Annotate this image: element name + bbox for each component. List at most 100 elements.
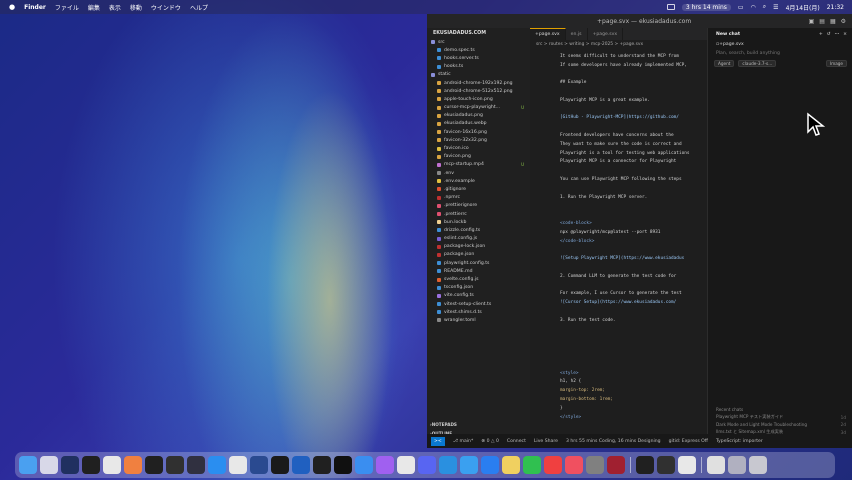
tree-file[interactable]: favicon.ico xyxy=(427,144,530,152)
tree-file[interactable]: package.json xyxy=(427,251,530,259)
code-line[interactable]: For example, I use Cursor to generate th… xyxy=(530,290,707,299)
display-icon[interactable] xyxy=(666,4,675,10)
code-line[interactable] xyxy=(530,325,707,334)
dock-terminal-alt-icon[interactable] xyxy=(166,456,184,474)
code-line[interactable] xyxy=(530,122,707,131)
model-select[interactable]: claude-3.7-s... xyxy=(738,59,777,67)
tree-file[interactable]: vitest.shims.d.ts xyxy=(427,308,530,316)
dock-downloads-icon[interactable] xyxy=(728,456,746,474)
code-line[interactable]: npx @playwright/mcp@latest --port 8931 xyxy=(530,228,707,237)
menu-file[interactable]: ファイル xyxy=(55,3,79,12)
more-icon[interactable]: ⋯ xyxy=(835,32,840,37)
agent-mode-button[interactable]: Agent xyxy=(714,59,735,67)
dock-discord-icon[interactable] xyxy=(187,456,205,474)
code-line[interactable]: If some developers have already implemen… xyxy=(530,61,707,70)
code-line[interactable]: h1, h2 { xyxy=(530,377,707,386)
code-line[interactable] xyxy=(530,342,707,351)
dock-settings-icon[interactable] xyxy=(586,456,604,474)
tree-file[interactable]: tsconfig.json xyxy=(427,284,530,292)
code-line[interactable]: Playwright is a tool for testing web app… xyxy=(530,149,707,158)
tree-file[interactable]: eslint.config.js xyxy=(427,235,530,243)
code-line[interactable]: margin-top: 2rem; xyxy=(530,386,707,395)
menu-view[interactable]: 表示 xyxy=(109,3,121,12)
tree-file[interactable]: apple-touch-icon.png xyxy=(427,95,530,103)
dock-slack-icon[interactable] xyxy=(397,456,415,474)
chat-title[interactable]: New chat xyxy=(716,32,740,37)
dock-docker-icon[interactable] xyxy=(439,456,457,474)
tree-file[interactable]: .prettierignore xyxy=(427,202,530,210)
code-line[interactable]: } xyxy=(530,404,707,413)
menu-window[interactable]: ウインドウ xyxy=(151,3,181,12)
dock-app-store-2-icon[interactable] xyxy=(481,456,499,474)
apple-menu-icon[interactable]: ● xyxy=(9,3,15,11)
dock-calendar-icon[interactable] xyxy=(544,456,562,474)
dock-app-store-icon[interactable] xyxy=(208,456,226,474)
dock-warp-icon[interactable] xyxy=(313,456,331,474)
dock-facetime-icon[interactable] xyxy=(523,456,541,474)
code-line[interactable] xyxy=(530,105,707,114)
battery-icon[interactable]: ▭ xyxy=(738,4,744,11)
code-line[interactable]: ![Cursor Setup](https://www.ekusiadadus.… xyxy=(530,298,707,307)
tree-file[interactable]: drizzle.config.ts xyxy=(427,226,530,234)
tree-file[interactable]: playwright.config.ts xyxy=(427,259,530,267)
code-line[interactable] xyxy=(530,351,707,360)
code-line[interactable]: <style> xyxy=(530,369,707,378)
code-line[interactable] xyxy=(530,202,707,211)
tree-file[interactable]: favicon.png xyxy=(427,153,530,161)
dock-safari-icon[interactable] xyxy=(460,456,478,474)
code-line[interactable]: 3. Run the test code. xyxy=(530,316,707,325)
chat-input[interactable]: Plan, search, build anything xyxy=(708,48,852,58)
tree-file[interactable]: favicon-16x16.png xyxy=(427,128,530,136)
dock-vscode-icon[interactable] xyxy=(292,456,310,474)
tree-file[interactable]: vitest-setup-client.ts xyxy=(427,300,530,308)
github-status[interactable]: gitid: Express Off xyxy=(669,439,708,444)
tree-file[interactable]: hooks.server.ts xyxy=(427,54,530,62)
code-line[interactable]: Playwright MCP is a connector for Playwr… xyxy=(530,158,707,167)
code-line[interactable]: Frontend developers have concerns about … xyxy=(530,131,707,140)
tree-file[interactable]: .env xyxy=(427,169,530,177)
code-line[interactable]: Playwright MCP is a great example. xyxy=(530,96,707,105)
tree-file[interactable]: svelte.config.js xyxy=(427,275,530,283)
code-line[interactable] xyxy=(530,210,707,219)
section-notepads[interactable]: › NOTEPADS xyxy=(427,420,530,429)
add-chat-icon[interactable]: + xyxy=(819,32,823,37)
tree-file[interactable]: hooks.ts xyxy=(427,63,530,71)
tree-file[interactable]: .gitignore xyxy=(427,185,530,193)
recent-chat-item[interactable]: Dark Mode and Light Mode Troubleshooting… xyxy=(716,421,846,429)
code-line[interactable]: [GitHub - Playwright-MCP](https://github… xyxy=(530,114,707,123)
remote-indicator[interactable]: >< xyxy=(431,436,445,446)
code-line[interactable]: It seems difficult to understand the MCP… xyxy=(530,52,707,61)
code-line[interactable]: margin-bottom: 1rem; xyxy=(530,395,707,404)
code-area[interactable]: It seems difficult to understand the MCP… xyxy=(530,52,707,421)
dock-music-icon[interactable] xyxy=(565,456,583,474)
dock-arc-icon[interactable] xyxy=(124,456,142,474)
dock-photos-icon[interactable] xyxy=(229,456,247,474)
dock-unity-2-icon[interactable] xyxy=(657,456,675,474)
breadcrumb[interactable]: src > routes > writing > mcp-2025 > +pag… xyxy=(530,40,707,48)
layout-icon[interactable]: ▦ xyxy=(830,18,836,25)
dock-document-icon[interactable] xyxy=(707,456,725,474)
dock-notes-icon[interactable] xyxy=(61,456,79,474)
tab-page-svx[interactable]: +page.svx xyxy=(530,28,566,40)
tree-file[interactable]: wrangler.toml xyxy=(427,316,530,324)
dock-iterm-icon[interactable] xyxy=(334,456,352,474)
menu-date[interactable]: 4月14日(月) xyxy=(786,3,820,12)
code-line[interactable] xyxy=(530,87,707,96)
tree-folder[interactable]: src xyxy=(427,38,530,46)
code-line[interactable]: ## Example xyxy=(530,78,707,87)
dock-sequel-icon[interactable] xyxy=(250,456,268,474)
code-line[interactable]: </style> xyxy=(530,413,707,422)
code-line[interactable]: 2. Command LLM to generate the test code… xyxy=(530,272,707,281)
dock-screen-capture-icon[interactable] xyxy=(607,456,625,474)
wifi-icon[interactable]: ◠ xyxy=(751,4,756,11)
tree-file[interactable]: package-lock.json xyxy=(427,243,530,251)
dock-chrome-2-icon[interactable] xyxy=(678,456,696,474)
code-line[interactable] xyxy=(530,263,707,272)
image-button[interactable]: Image xyxy=(825,59,847,67)
connect-button[interactable]: Connect xyxy=(507,439,526,444)
dock-chrome-icon[interactable] xyxy=(103,456,121,474)
dock-discord-2-icon[interactable] xyxy=(418,456,436,474)
dock-messenger-icon[interactable] xyxy=(376,456,394,474)
tree-file[interactable]: ekusiadadus.png xyxy=(427,112,530,120)
code-line[interactable]: 1. Run the Playwright MCP server. xyxy=(530,193,707,202)
